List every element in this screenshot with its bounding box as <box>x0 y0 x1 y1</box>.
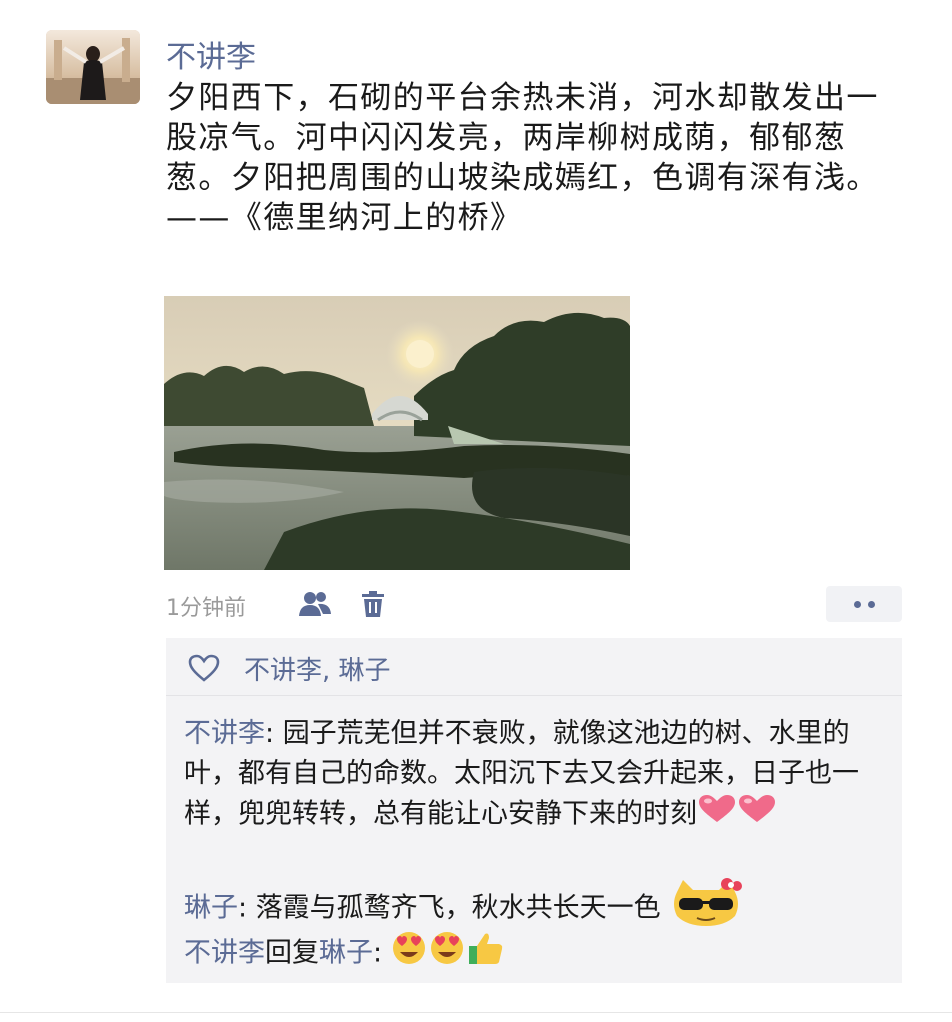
comment-author[interactable]: 不讲李 <box>184 938 265 969</box>
comment-separator: : <box>373 937 391 969</box>
comment-separator: : <box>265 718 283 749</box>
comments-panel: 不讲李, 琳子 不讲李: 园子荒芜但并不衰败，就像这池边的树、水里的叶，都有自己… <box>166 638 902 983</box>
comment-author[interactable]: 琳子 <box>184 893 238 924</box>
comment-text: 落霞与孤鹜齐飞，秋水共长天一色 <box>255 892 661 924</box>
more-options-button[interactable] <box>826 586 902 622</box>
people-icon[interactable] <box>298 590 331 618</box>
likes-row: 不讲李, 琳子 <box>166 638 902 696</box>
heart-eyes-emoji <box>391 930 507 978</box>
comment-separator: : <box>238 892 256 924</box>
post-photo[interactable] <box>164 296 630 570</box>
comment-reply-item[interactable]: 不讲李回复琳子: <box>184 930 896 978</box>
trash-icon[interactable] <box>360 590 388 618</box>
reply-word: 回复 <box>265 937 319 969</box>
more-dots-icon <box>854 601 861 608</box>
avatar[interactable] <box>46 30 140 104</box>
comment-item[interactable]: 不讲李: 园子荒芜但并不衰败，就像这池边的树、水里的叶，都有自己的命数。太阳沉下… <box>184 714 896 836</box>
divider <box>0 1012 952 1013</box>
heart-emoji <box>697 794 777 836</box>
post-text: 夕阳西下，石砌的平台余热未消，河水却散发出一股凉气。河中闪闪发亮，两岸柳树成荫，… <box>166 80 879 236</box>
likes-names[interactable]: 不讲李, 琳子 <box>244 650 391 687</box>
reply-target[interactable]: 琳子 <box>319 938 373 969</box>
comment-author[interactable]: 不讲李 <box>184 718 265 749</box>
post-time: 1分钟前 <box>166 596 246 621</box>
post-meta-row: 1分钟前 <box>166 586 902 622</box>
heart-outline-icon <box>188 654 220 682</box>
post-author-name[interactable]: 不讲李 <box>166 32 256 76</box>
more-dots-icon <box>868 601 875 608</box>
